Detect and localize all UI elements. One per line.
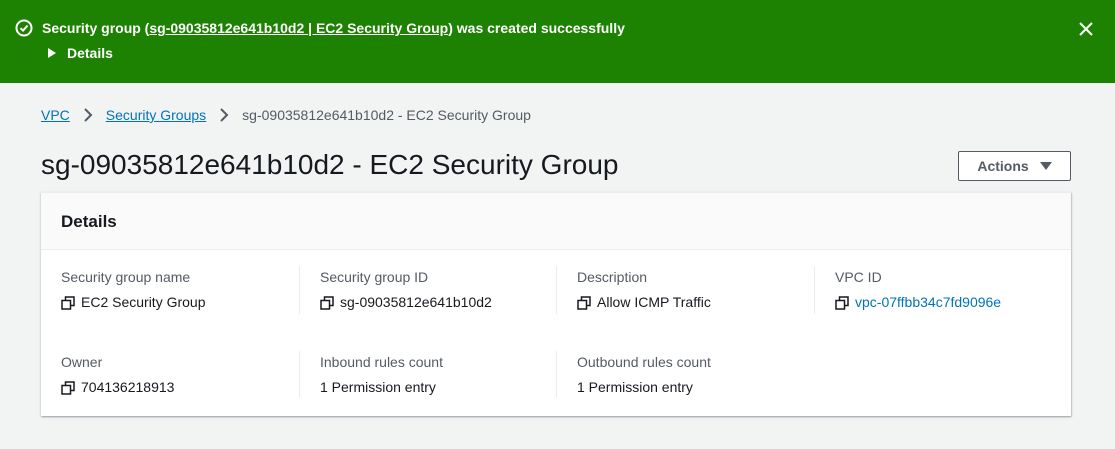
copy-icon[interactable] (835, 295, 849, 310)
chevron-right-icon (220, 108, 229, 122)
copy-icon[interactable] (61, 380, 75, 395)
field-label: Security group name (61, 269, 191, 285)
security-group-name-value: EC2 Security Group (81, 294, 206, 310)
field-label: Outbound rules count (577, 354, 711, 370)
actions-dropdown-button[interactable]: Actions (958, 151, 1071, 181)
actions-label: Actions (977, 158, 1029, 174)
vpc-id-link[interactable]: vpc-07ffbb34c7fd9096e (855, 294, 1001, 311)
details-panel: Details Security group name EC2 Security… (41, 192, 1071, 416)
breadcrumb-current: sg-09035812e641b10d2 - EC2 Security Grou… (242, 107, 531, 123)
security-group-id-value: sg-09035812e641b10d2 (340, 294, 492, 310)
field-owner: Owner 704136218913 (61, 354, 301, 396)
flash-security-group-link[interactable]: sg-09035812e641b10d2 | EC2 Security Grou… (149, 20, 448, 36)
breadcrumb-vpc-link[interactable]: VPC (41, 107, 70, 123)
chevron-right-icon (84, 108, 93, 122)
breadcrumb: VPC Security Groups sg-09035812e641b10d2… (41, 106, 531, 124)
field-value: EC2 Security Group (61, 294, 301, 311)
page-title: sg-09035812e641b10d2 - EC2 Security Grou… (41, 149, 619, 180)
field-label: Security group ID (320, 269, 429, 285)
flash-message: Security group (sg-09035812e641b10d2 | E… (42, 20, 625, 36)
flash-details-label: Details (67, 45, 113, 61)
breadcrumb-security-groups-link[interactable]: Security Groups (106, 107, 206, 123)
caret-right-icon (48, 48, 56, 58)
field-description: Description Allow ICMP Traffic (577, 269, 817, 311)
flash-message-prefix: Security group ( (42, 20, 150, 36)
caret-down-icon (1039, 162, 1052, 170)
field-label: Description (577, 269, 648, 285)
field-value: 704136218913 (61, 379, 301, 396)
inbound-rules-count-value: 1 Permission entry (320, 379, 436, 395)
copy-icon[interactable] (320, 295, 334, 310)
field-label: VPC ID (835, 269, 882, 285)
close-icon[interactable] (1077, 20, 1095, 38)
flash-message-suffix: ) was created successfully (448, 20, 625, 36)
field-value: vpc-07ffbb34c7fd9096e (835, 294, 1075, 311)
check-circle-icon (15, 19, 33, 37)
flash-details-toggle[interactable]: Details (48, 45, 113, 61)
field-security-group-id: Security group ID sg-09035812e641b10d2 (320, 269, 560, 311)
field-value: Allow ICMP Traffic (577, 294, 817, 311)
field-label: Owner (61, 354, 103, 370)
outbound-rules-count-value: 1 Permission entry (577, 379, 693, 395)
field-security-group-name: Security group name EC2 Security Group (61, 269, 301, 311)
copy-icon[interactable] (61, 295, 75, 310)
field-value: sg-09035812e641b10d2 (320, 294, 560, 311)
field-label: Inbound rules count (320, 354, 443, 370)
field-outbound-rules-count: Outbound rules count 1 Permission entry (577, 354, 817, 396)
field-vpc-id: VPC ID vpc-07ffbb34c7fd9096e (835, 269, 1075, 311)
description-value: Allow ICMP Traffic (597, 294, 711, 310)
details-panel-header: Details (41, 193, 1071, 250)
field-inbound-rules-count: Inbound rules count 1 Permission entry (320, 354, 560, 396)
success-flashbar: Security group (sg-09035812e641b10d2 | E… (0, 0, 1115, 83)
copy-icon[interactable] (577, 295, 591, 310)
owner-value: 704136218913 (81, 379, 175, 395)
